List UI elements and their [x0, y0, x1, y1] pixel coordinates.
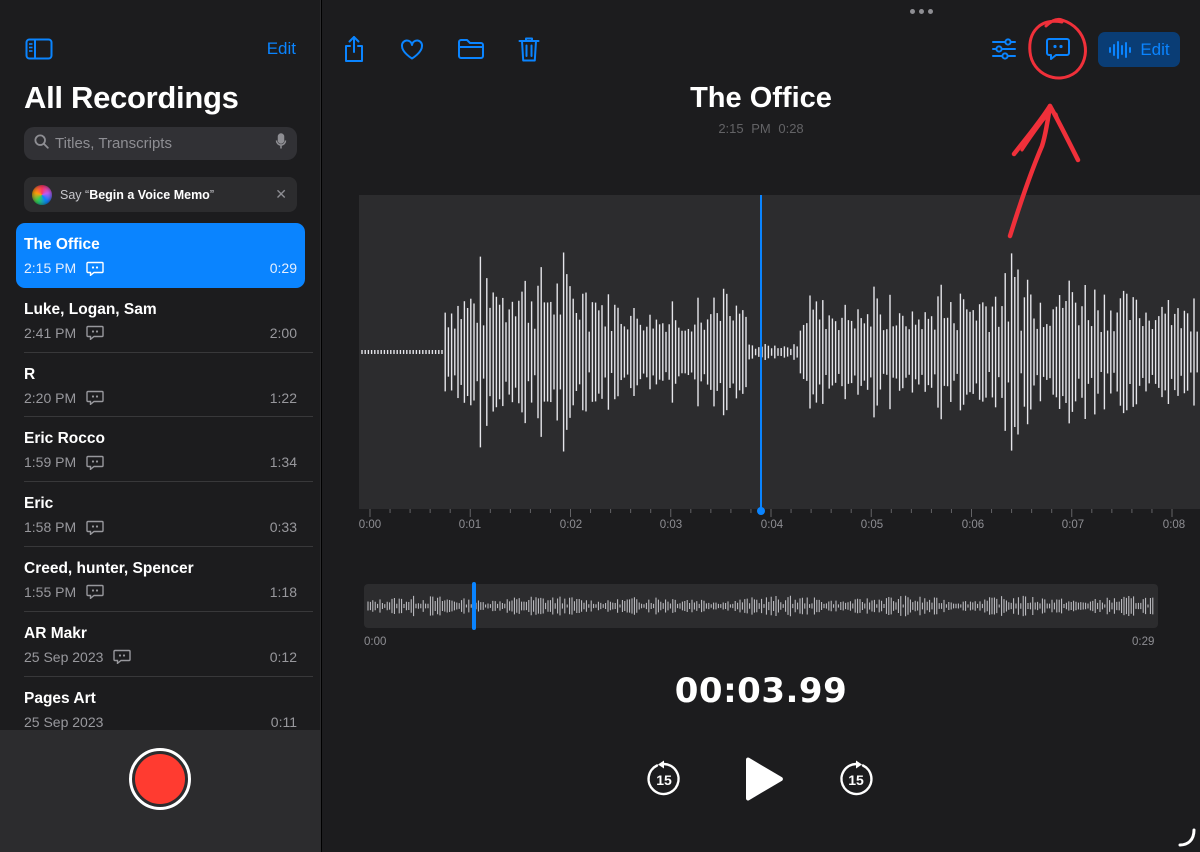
search-input[interactable]: Titles, Transcripts [55, 135, 275, 152]
multitasking-handle-icon[interactable] [910, 9, 933, 14]
heart-icon[interactable] [398, 36, 426, 62]
siri-suggestion-text: Say “Begin a Voice Memo” [60, 187, 214, 202]
sidebar-edit-button[interactable]: Edit [267, 39, 296, 59]
list-item[interactable]: The Office 2:15 PM 0:29 [16, 223, 305, 288]
record-button[interactable] [129, 748, 191, 810]
overview-end-time: 0:29 [1132, 636, 1155, 648]
current-time: 00:03.99 [674, 671, 848, 711]
transcript-icon [86, 455, 104, 470]
overview-start-time: 0:00 [364, 636, 387, 648]
time-ruler: 0:00 0:01 0:02 0:03 0:04 0:05 0:06 0:07 … [322, 509, 1200, 539]
recording-title: AR Makr [24, 624, 87, 642]
ruler-label: 0:05 [860, 519, 884, 531]
overview-scrubber[interactable] [364, 584, 1158, 628]
recording-time: 2:15 PM [718, 121, 771, 136]
play-button[interactable] [742, 756, 786, 802]
transcript-icon [86, 261, 104, 276]
transcript-icon [86, 390, 104, 406]
edit-button-label: Edit [1140, 39, 1170, 59]
search-field[interactable]: Titles, Transcripts [24, 127, 297, 160]
corner-indicator-icon [1178, 828, 1196, 847]
overview-playhead[interactable] [471, 582, 476, 630]
overview-waveform [367, 595, 1154, 617]
playhead[interactable] [322, 195, 1200, 519]
siri-suggestion-banner[interactable]: Say “Begin a Voice Memo” ✕ [24, 177, 297, 212]
transcript-icon [86, 520, 104, 535]
ruler-label: 0:04 [760, 519, 784, 531]
siri-icon [32, 184, 52, 205]
recording-duration: 1:18 [269, 583, 297, 600]
folder-icon[interactable] [456, 36, 486, 62]
recording-duration: 0:29 [269, 260, 297, 276]
ruler-label: 0:08 [1162, 519, 1186, 531]
recording-title: Eric Rocco [24, 430, 105, 448]
close-icon[interactable]: ✕ [275, 186, 287, 203]
skip-forward-label: 15 [848, 772, 864, 788]
recording-date: 1:59 PM [24, 454, 77, 471]
ruler-label: 0:06 [961, 519, 985, 531]
recording-date: 1:55 PM [24, 583, 77, 600]
recording-title: Creed, hunter, Spencer [24, 559, 194, 577]
edit-recording-button[interactable]: Edit [1098, 32, 1180, 67]
trash-icon[interactable] [516, 34, 542, 64]
recording-duration: 2:00 [269, 324, 297, 341]
recording-title: Luke, Logan, Sam [24, 300, 157, 318]
sidebar-toggle-icon[interactable] [24, 36, 54, 62]
microphone-icon[interactable] [275, 132, 287, 155]
recording-title-heading[interactable]: The Office [322, 82, 1200, 115]
ruler-label: 0:00 [358, 519, 382, 531]
recording-date: 2:20 PM [24, 389, 77, 406]
waveform-icon [1109, 40, 1132, 59]
recording-date: 25 Sep 2023 [24, 648, 104, 665]
list-item[interactable]: Luke, Logan, Sam 2:41 PM 2:00 [16, 288, 313, 353]
skip-back-label: 15 [656, 772, 672, 788]
transcript-icon [86, 326, 104, 341]
search-icon [34, 133, 49, 154]
ruler-label: 0:02 [559, 519, 583, 531]
list-item[interactable]: Creed, hunter, Spencer 1:55 PM 1:18 [16, 547, 313, 612]
recording-title: Eric [24, 495, 54, 513]
recording-duration: 1:34 [269, 454, 297, 471]
recording-date: 25 Sep 2023 [24, 713, 104, 730]
transcript-icon [113, 650, 132, 665]
share-icon[interactable] [340, 34, 368, 64]
recording-date: 1:58 PM [24, 519, 77, 536]
ruler-label: 0:03 [659, 519, 683, 531]
recording-length: 0:28 [778, 121, 804, 136]
skip-forward-button[interactable]: 15 [837, 760, 875, 798]
recording-date: 2:15 PM [24, 260, 77, 276]
list-item[interactable]: Eric Rocco 1:59 PM 1:34 [16, 417, 313, 482]
recording-date: 2:41 PM [24, 324, 77, 341]
recording-duration: 0:12 [269, 648, 297, 665]
ruler-label: 0:01 [458, 519, 482, 531]
page-title: All Recordings [24, 80, 239, 115]
list-item[interactable]: AR Makr 25 Sep 2023 0:12 [16, 612, 313, 677]
recording-duration: 0:11 [270, 713, 297, 730]
transcript-icon [86, 585, 104, 600]
transcript-icon[interactable] [1044, 36, 1072, 62]
recording-detail: Edit The Office 2:15 PM 0:28 0:00 0:01 0… [322, 0, 1200, 852]
record-icon [135, 754, 185, 804]
recordings-list: The Office 2:15 PM 0:29 Luke, Logan, Sam … [16, 223, 313, 741]
recording-subtitle: 2:15 PM 0:28 [322, 121, 1200, 136]
settings-sliders-icon[interactable] [990, 36, 1018, 62]
sidebar: Edit All Recordings Titles, Transcripts … [0, 0, 321, 852]
recording-title: Pages Art [24, 689, 96, 707]
recording-title: R [24, 365, 36, 383]
list-item[interactable]: Eric 1:58 PM 0:33 [16, 482, 313, 547]
recording-title: The Office [24, 236, 100, 253]
recording-duration: 0:33 [269, 519, 297, 536]
skip-back-button[interactable]: 15 [645, 760, 683, 798]
recording-duration: 1:22 [269, 389, 297, 406]
ruler-label: 0:07 [1061, 519, 1085, 531]
list-item[interactable]: R 2:20 PM 1:22 [16, 353, 313, 418]
